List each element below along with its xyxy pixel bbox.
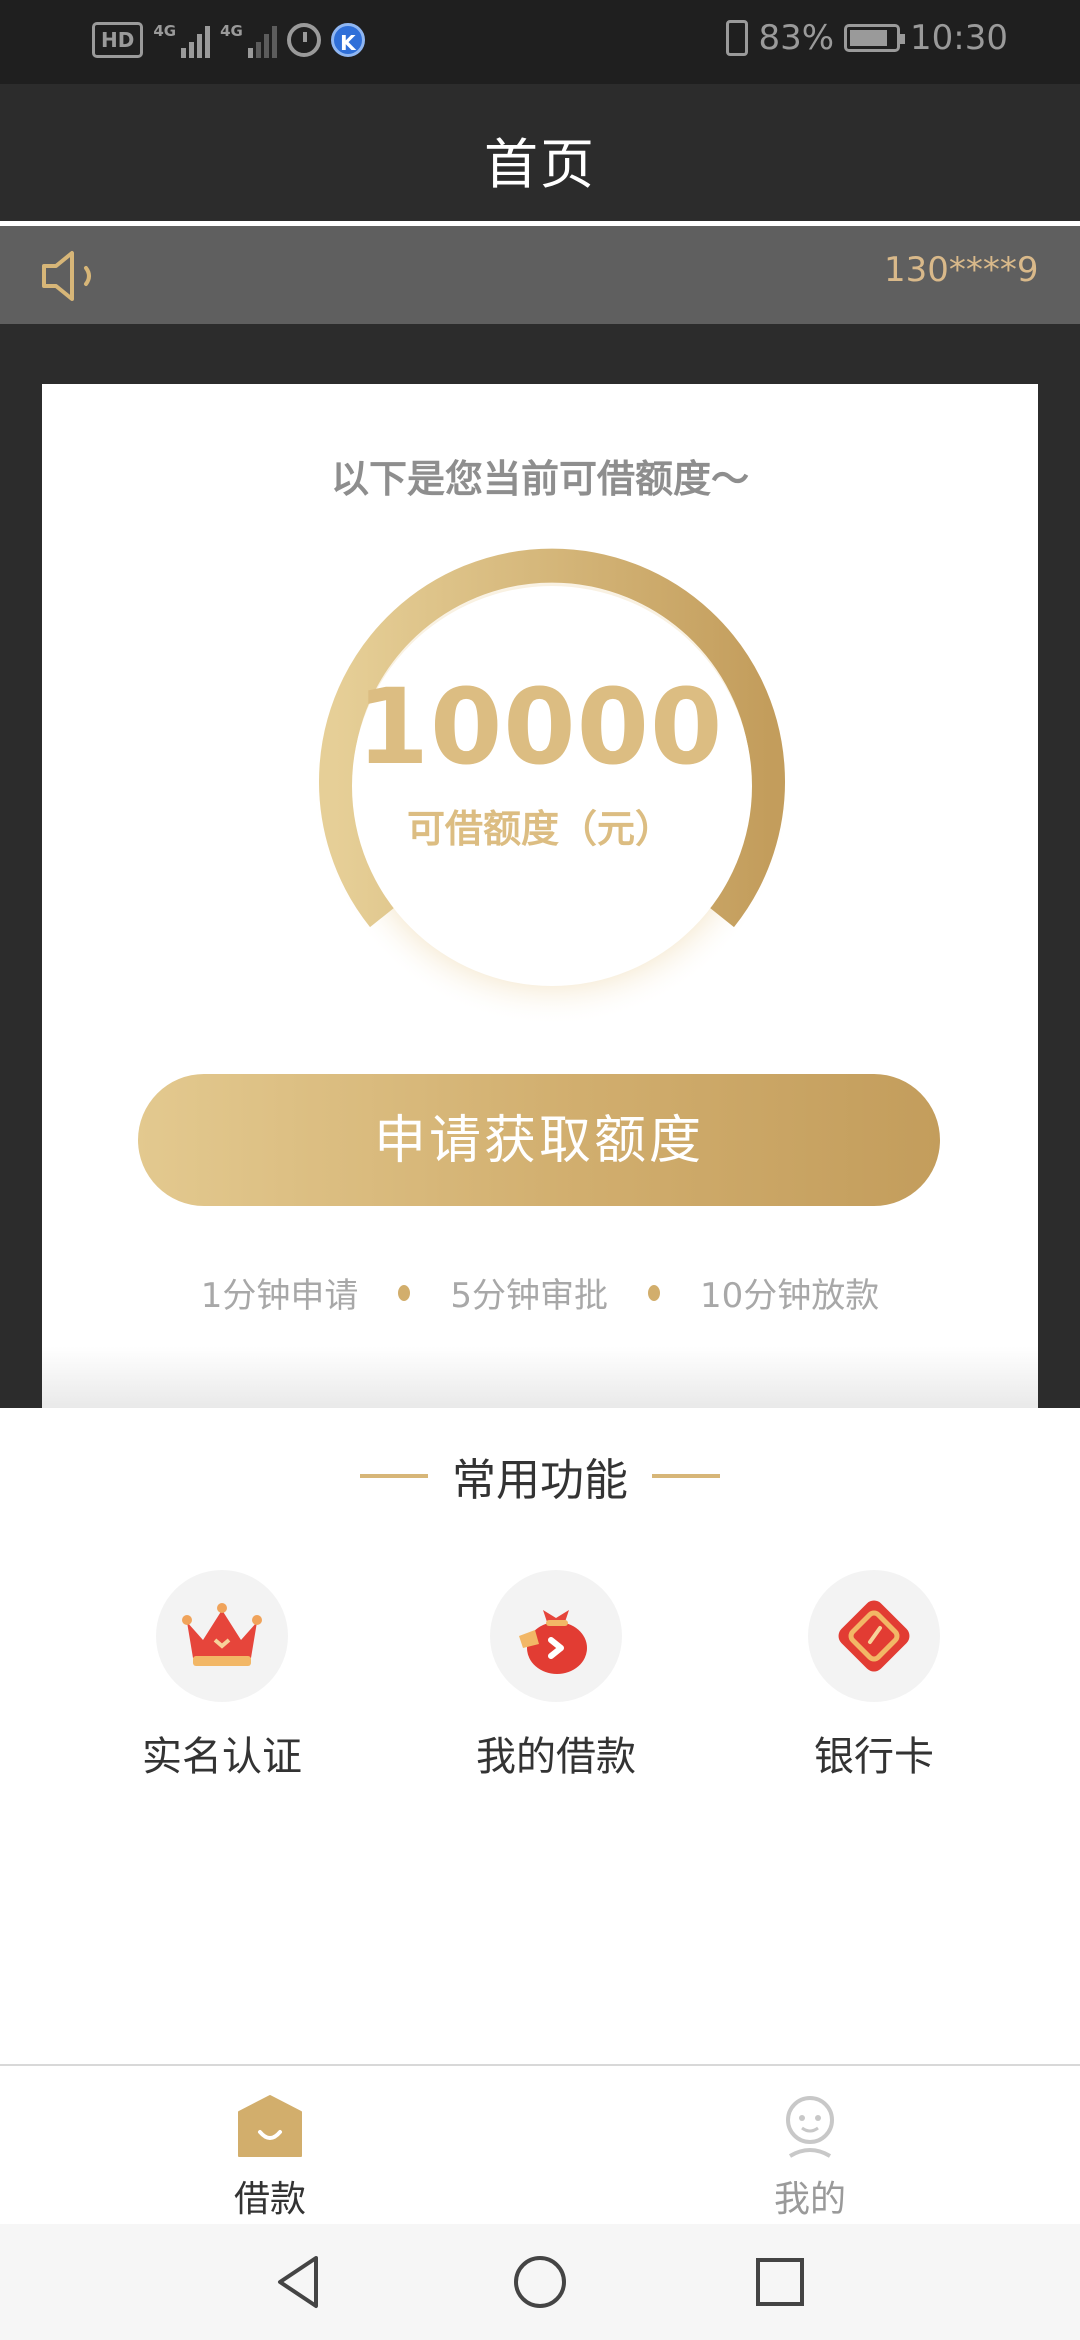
function-my-loans[interactable]: 我的借款 [436,1570,676,1782]
home-circle-icon[interactable] [508,2250,572,2314]
speaker-icon [42,251,91,301]
network-type-label: 4G [153,22,177,40]
function-real-name-auth[interactable]: 实名认证 [102,1570,342,1782]
bottom-tab-bar: 借款 我的 [0,2064,1080,2224]
system-navigation-bar [0,2224,1080,2340]
vibrate-icon [726,20,749,56]
signal-icon-1: 4G [153,22,211,58]
hd-icon: HD [92,22,144,58]
signal-icon-2: 4G [220,22,277,58]
status-right: 83% 10:30 [726,18,1008,58]
crown-icon [156,1570,288,1702]
notice-text: 130****99 [884,250,1040,290]
page-title: 首页 [484,133,596,196]
apply-credit-button[interactable]: 申请获取额度 [138,1074,940,1206]
alarm-icon [286,23,321,57]
credit-amount-caption: 可借额度（元） [406,807,673,851]
status-bar: HD 4G 4G K 83% 10:30 [0,0,1080,84]
title-divider-left [360,1474,428,1478]
step-approve: 5分钟审批 [450,1276,608,1316]
battery-percent: 83% [758,18,835,58]
step-separator-dot [398,1284,411,1301]
function-label: 银行卡 [814,1734,934,1780]
status-left: HD 4G 4G K [92,22,365,58]
credit-amount: 10000 [356,666,724,788]
common-functions-title: 常用功能 [452,1455,628,1506]
credit-card-panel: 以下是您当前可借额度～ 10000 可借额度（元） 申请获取额度 1分钟申请 5… [42,384,1038,1408]
home-icon [238,2095,302,2157]
recent-apps-icon[interactable] [748,2250,812,2314]
process-steps: 1分钟申请 5分钟审批 10分钟放款 [42,1268,1038,1317]
k-app-icon: K [330,23,365,57]
money-bag-icon [490,1570,622,1702]
tab-label: 借款 [233,2179,306,2220]
clock: 10:30 [910,18,1008,58]
title-divider-right [652,1474,720,1478]
step-apply: 1分钟申请 [200,1276,359,1316]
step-separator-dot [648,1284,660,1301]
battery-fill [850,30,887,46]
credit-subtitle: 以下是您当前可借额度～ [330,457,749,501]
app-header: 首页 [0,84,1080,224]
function-label: 我的借款 [476,1734,636,1780]
common-functions-header: 常用功能 [0,1444,1080,1508]
function-bank-card[interactable]: 银行卡 [754,1570,994,1782]
bank-card-icon [808,1570,940,1702]
function-label: 实名认证 [142,1734,302,1780]
network-type-label: 4G [220,22,243,40]
tab-label: 我的 [773,2179,846,2220]
step-disburse: 10分钟放款 [700,1276,880,1316]
tab-loan[interactable]: 借款 [170,2094,370,2222]
profile-icon [786,2096,834,2158]
notice-bar[interactable]: 130****99 [0,226,1080,324]
tab-mine[interactable]: 我的 [710,2094,910,2222]
battery-icon [844,24,906,52]
back-icon[interactable] [268,2250,332,2314]
